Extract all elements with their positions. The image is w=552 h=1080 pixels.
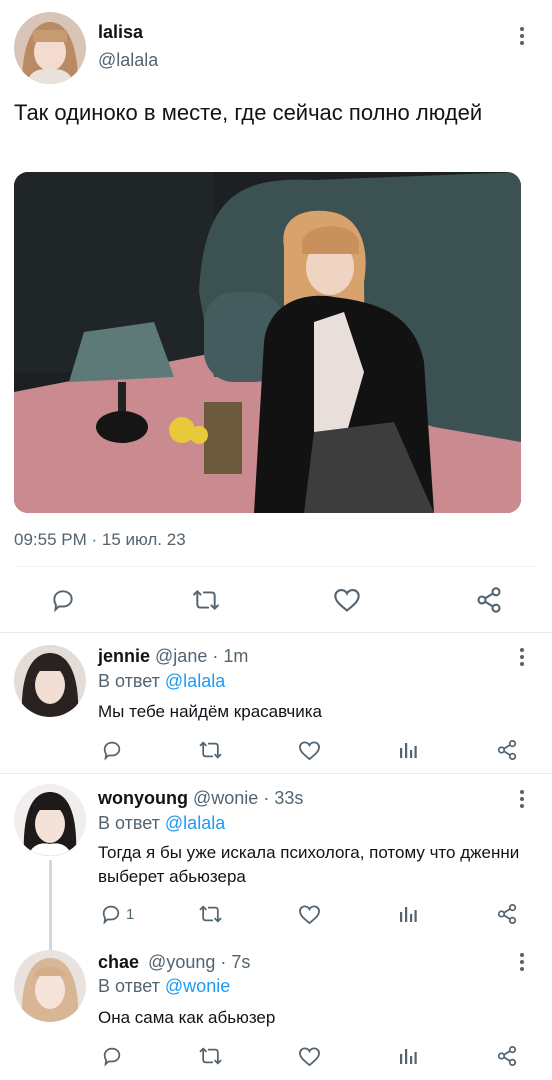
reply-text: Она сама как абьюзер <box>98 1008 276 1027</box>
reply-text: Мы тебе найдём красавчика <box>98 702 322 721</box>
reply-name[interactable]: chae <box>98 952 139 972</box>
tweet-photo[interactable] <box>14 172 521 513</box>
reply-count: 1 <box>126 905 135 923</box>
retweet-icon[interactable] <box>197 739 223 761</box>
divider <box>0 773 552 774</box>
reply-name[interactable]: jennie <box>98 646 150 666</box>
author-handle[interactable]: @lalala <box>98 50 158 71</box>
reply-to-label: В ответ <box>98 813 160 833</box>
more-icon[interactable] <box>512 24 532 48</box>
reply-icon[interactable] <box>100 1045 124 1067</box>
reply-to-label: В ответ <box>98 976 160 996</box>
like-icon[interactable] <box>297 903 321 925</box>
share-icon[interactable] <box>495 903 519 925</box>
reply-header: jennie @jane · 1m <box>98 646 248 667</box>
more-icon[interactable] <box>512 950 532 974</box>
thread-line <box>49 860 52 952</box>
tweet-timestamp[interactable]: 09:55 PM · 15 июл. 23 <box>14 530 186 550</box>
reply-handle[interactable]: @jane <box>155 646 207 666</box>
reply-header: wonyoung @wonie · 33s <box>98 788 303 809</box>
reply-time: · 1m <box>212 646 249 666</box>
reply-to-mention[interactable]: @wonie <box>165 976 230 996</box>
author-name[interactable]: lalisa <box>98 22 143 43</box>
reply-time: · 33s <box>263 788 304 808</box>
reply-to-mention[interactable]: @lalala <box>165 671 225 691</box>
reply-avatar[interactable] <box>14 950 86 1022</box>
like-icon[interactable] <box>297 1045 321 1067</box>
more-icon[interactable] <box>512 645 532 669</box>
reply-avatar[interactable] <box>14 784 86 856</box>
reply-to-line: В ответ @lalala <box>98 671 225 692</box>
reply-to-mention[interactable]: @lalala <box>165 813 225 833</box>
tweet-text: Так одиноко в месте, где сейчас полно лю… <box>14 100 483 125</box>
reply-handle[interactable]: @young <box>148 952 215 972</box>
divider <box>14 566 538 567</box>
divider <box>0 632 552 633</box>
reply-text: Тогда я бы уже искала психолога, потому … <box>98 843 520 886</box>
share-icon[interactable] <box>495 739 519 761</box>
stats-icon[interactable] <box>397 739 419 761</box>
author-avatar[interactable] <box>14 12 86 84</box>
reply-icon[interactable] <box>100 739 124 761</box>
like-icon[interactable] <box>297 739 321 761</box>
reply-to-line: В ответ @wonie <box>98 976 230 997</box>
retweet-icon[interactable] <box>197 903 223 925</box>
reply-icon[interactable]: 1 <box>100 903 142 925</box>
reply-icon[interactable] <box>48 586 78 614</box>
reply-time: · 7s <box>220 952 251 972</box>
share-icon[interactable] <box>474 586 504 614</box>
stats-icon[interactable] <box>397 1045 419 1067</box>
reply-header: chae @young · 7s <box>98 952 250 973</box>
stats-icon[interactable] <box>397 903 419 925</box>
reply-handle[interactable]: @wonie <box>193 788 258 808</box>
retweet-icon[interactable] <box>197 1045 223 1067</box>
retweet-icon[interactable] <box>190 586 222 614</box>
share-icon[interactable] <box>495 1045 519 1067</box>
like-icon[interactable] <box>332 586 362 614</box>
reply-name[interactable]: wonyoung <box>98 788 188 808</box>
reply-to-line: В ответ @lalala <box>98 813 225 834</box>
reply-to-label: В ответ <box>98 671 160 691</box>
more-icon[interactable] <box>512 787 532 811</box>
reply-avatar[interactable] <box>14 645 86 717</box>
